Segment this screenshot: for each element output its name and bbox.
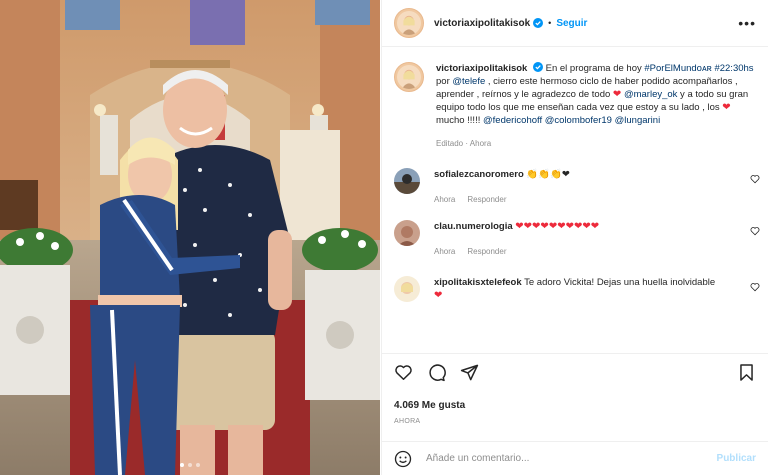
comments-feed[interactable]: victoriaxipolitakisok En el programa de … [382, 48, 768, 353]
comment-body: clau.numerologia ❤❤❤❤❤❤❤❤❤❤ Ahora Respond… [434, 220, 724, 258]
like-comment-icon[interactable] [750, 174, 760, 184]
comment-input[interactable] [426, 453, 706, 464]
comment-item: xipolitakisxtelefeok Te adoro Vickita! D… [382, 276, 768, 302]
mention-link[interactable]: @telefe [452, 76, 485, 87]
hashtag-link[interactable]: #PorElMundoᴀʀ [644, 63, 711, 74]
avatar[interactable] [394, 220, 420, 246]
avatar[interactable] [394, 276, 420, 302]
comment-icon[interactable] [427, 363, 446, 382]
post-panel: victoriaxipolitakisok • Seguir ••• victo… [381, 0, 768, 475]
reply-button[interactable]: Responder [467, 247, 506, 256]
verified-icon [533, 18, 544, 28]
avatar-image [394, 220, 420, 246]
post-header: victoriaxipolitakisok • Seguir ••• [382, 0, 768, 47]
avatar-image [397, 65, 421, 89]
comment-time: Ahora [434, 195, 456, 204]
caption: victoriaxipolitakisok En el programa de … [382, 48, 768, 150]
comment-item: sofialezcanoromero 👏👏👏❤ Ahora Responder [382, 168, 768, 206]
caption-text: mucho !!!!! [436, 115, 483, 126]
comment-text: 👏👏👏❤ [526, 169, 570, 180]
likes-count[interactable]: 4.069 Me gusta [394, 400, 756, 411]
comment-text: Te adoro Vickita! Dejas una huella inolv… [524, 277, 716, 288]
comment-time: Ahora [434, 247, 456, 256]
post-photo [0, 0, 380, 475]
reply-button[interactable]: Responder [467, 195, 506, 204]
username-link[interactable]: victoriaxipolitakisok [434, 18, 530, 29]
separator-dot: • [548, 18, 552, 28]
heart-emoji: ❤ [434, 290, 443, 301]
carousel-dot[interactable] [188, 463, 192, 467]
publish-button[interactable]: Publicar [717, 453, 756, 464]
post-timestamp: AHORA [394, 418, 421, 425]
carousel-dot[interactable] [196, 463, 200, 467]
comment-meta: Ahora Responder [434, 245, 724, 258]
caption-body: victoriaxipolitakisok En el programa de … [436, 62, 756, 150]
avatar-image [397, 11, 421, 35]
caption-text: por [436, 76, 453, 87]
caption-username[interactable]: victoriaxipolitakisok [436, 63, 527, 74]
comment-body: sofialezcanoromero 👏👏👏❤ Ahora Responder [434, 168, 724, 206]
comment-text: ❤❤❤❤❤❤❤❤❤❤ [515, 221, 600, 232]
mention-link[interactable]: @marley_ok [624, 89, 677, 100]
avatar[interactable] [394, 168, 420, 194]
verified-icon [532, 62, 543, 72]
comment-item: clau.numerologia ❤❤❤❤❤❤❤❤❤❤ Ahora Respond… [382, 220, 768, 258]
comment-username[interactable]: sofialezcanoromero [434, 169, 524, 180]
avatar[interactable] [394, 8, 424, 38]
add-comment-bar: Publicar [382, 441, 768, 475]
more-options-icon[interactable]: ••• [738, 15, 756, 31]
comment-username[interactable]: clau.numerologia [434, 221, 513, 232]
mention-link[interactable]: @federicohoff [483, 115, 542, 126]
share-icon[interactable] [460, 363, 479, 382]
carousel-dot[interactable] [180, 463, 184, 467]
action-bar [394, 362, 756, 382]
caption-meta: Editado · Ahora [436, 139, 492, 148]
emoji-icon[interactable] [394, 450, 412, 468]
mention-link[interactable]: @lungarini [615, 115, 661, 126]
avatar-image [394, 276, 420, 302]
heart-emoji: ❤ [612, 89, 622, 100]
like-comment-icon[interactable] [750, 282, 760, 292]
avatar-image [394, 168, 420, 194]
church-photo-illustration [0, 0, 380, 475]
heart-emoji: ❤ [722, 102, 731, 113]
comment-username[interactable]: xipolitakisxtelefeok [434, 277, 522, 288]
comment-body: xipolitakisxtelefeok Te adoro Vickita! D… [434, 276, 724, 302]
bookmark-icon[interactable] [737, 363, 756, 382]
caption-text: En el programa de hoy [545, 63, 645, 74]
like-icon[interactable] [394, 363, 413, 382]
avatar[interactable] [394, 62, 424, 92]
follow-button[interactable]: Seguir [556, 18, 587, 29]
post-actions: 4.069 Me gusta AHORA [382, 353, 768, 441]
mention-link[interactable]: @colombofer19 [545, 115, 612, 126]
carousel-dots [0, 463, 380, 467]
hashtag-link[interactable]: #22:30hs [714, 63, 753, 74]
like-comment-icon[interactable] [750, 226, 760, 236]
comment-meta: Ahora Responder [434, 193, 724, 206]
